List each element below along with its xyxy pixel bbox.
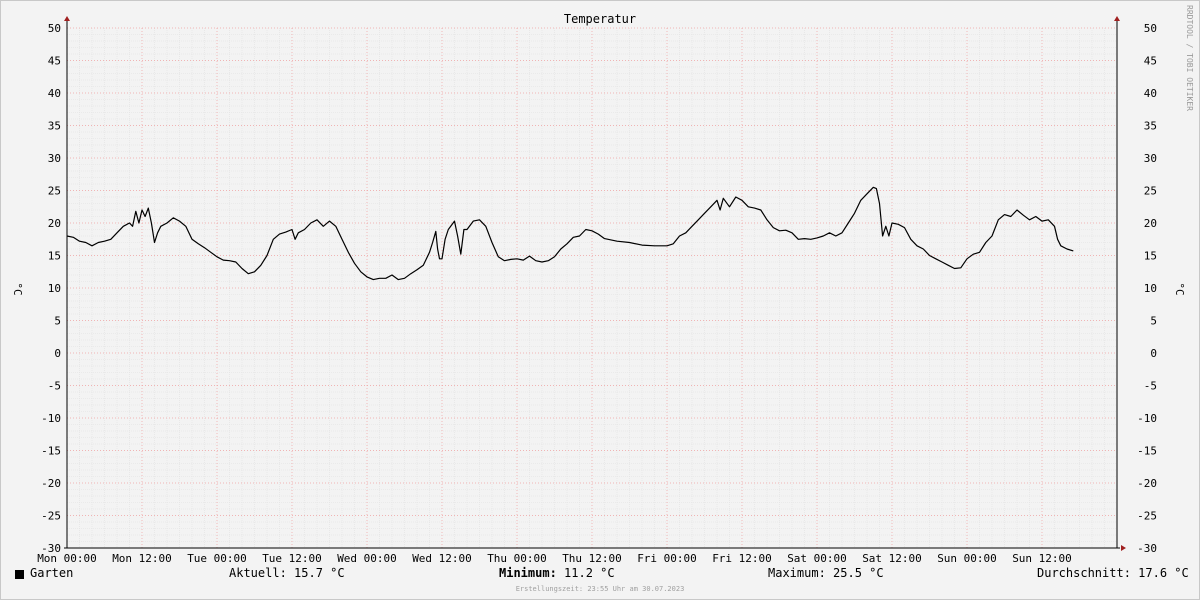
y-tick-label-right: 10 <box>1144 282 1157 295</box>
y-tick-label-right: 5 <box>1150 315 1157 328</box>
x-tick-label: Fri 12:00 <box>712 552 772 565</box>
legend-swatch <box>15 570 24 579</box>
y-tick-label-right: 30 <box>1144 152 1157 165</box>
x-tick-label: Wed 12:00 <box>412 552 472 565</box>
y-tick-label-right: 15 <box>1144 250 1157 263</box>
y-tick-label-right: 20 <box>1144 217 1157 230</box>
series-line-garten <box>66 186 1074 281</box>
series-layer <box>66 186 1074 281</box>
x-tick-label: Sat 12:00 <box>862 552 922 565</box>
x-tick-label: Tue 00:00 <box>187 552 247 565</box>
y-tick-label-right: -15 <box>1137 445 1157 458</box>
x-tick-label: Sat 00:00 <box>787 552 847 565</box>
y-tick-label-right: 0 <box>1150 347 1157 360</box>
y-axis-right-arrow <box>1114 16 1120 21</box>
legend-minimum-key: Minimum: <box>499 566 557 580</box>
y-tick-label-left: 45 <box>48 55 61 68</box>
y-tick-label-left: -5 <box>48 380 61 393</box>
y-tick-label-left: 15 <box>48 250 61 263</box>
grid <box>66 27 1117 549</box>
y-tick-labels: 50 5045 4540 4035 3530 3025 2520 2015 1510 105 50 0… <box>41 22 1157 555</box>
x-tick-label: Tue 12:00 <box>262 552 322 565</box>
x-tick-label: Mon 12:00 <box>112 552 172 565</box>
legend-minimum: Minimum: 11.2 °C <box>499 566 615 580</box>
y-tick-label-left: 10 <box>48 282 61 295</box>
legend-maximum: Maximum: 25.5 °C <box>768 566 884 580</box>
x-tick-label: Sun 12:00 <box>1012 552 1072 565</box>
y-tick-label-left: -10 <box>41 412 61 425</box>
y-tick-label-right: -30 <box>1137 542 1157 555</box>
x-tick-label: Sun 00:00 <box>937 552 997 565</box>
x-axis-arrow <box>1121 545 1126 551</box>
temperature-chart: 50 5045 4540 4035 3530 3025 2520 2015 1510 105 50 0… <box>11 5 1194 565</box>
y-tick-label-left: 50 <box>48 22 61 35</box>
y-tick-label-left: -15 <box>41 445 61 458</box>
y-tick-label-right: -5 <box>1144 380 1157 393</box>
legend-average: Durchschnitt: 17.6 °C <box>1037 566 1189 580</box>
x-tick-label: Wed 00:00 <box>337 552 397 565</box>
y-tick-label-left: 40 <box>48 87 61 100</box>
y-tick-label-right: 25 <box>1144 185 1157 198</box>
x-tick-label: Thu 00:00 <box>487 552 547 565</box>
y-tick-label-right: 50 <box>1144 22 1157 35</box>
y-tick-label-left: -20 <box>41 477 61 490</box>
legend: Garten Aktuell: 15.7 °C Minimum: 11.2 °C… <box>0 566 1200 586</box>
y-tick-label-left: 5 <box>54 315 61 328</box>
y-tick-label-right: 40 <box>1144 87 1157 100</box>
y-tick-label-left: 20 <box>48 217 61 230</box>
y-tick-label-right: 45 <box>1144 55 1157 68</box>
y-tick-label-left: -25 <box>41 510 61 523</box>
y-tick-label-left: 30 <box>48 152 61 165</box>
y-tick-label-right: -25 <box>1137 510 1157 523</box>
legend-minimum-value: 11.2 °C <box>564 566 615 580</box>
y-tick-label-right: -10 <box>1137 412 1157 425</box>
x-tick-label: Mon 00:00 <box>37 552 97 565</box>
legend-series-label: Garten <box>30 566 74 580</box>
y-axis-left-arrow <box>64 16 70 21</box>
y-tick-label-right: -20 <box>1137 477 1157 490</box>
x-tick-labels: Mon 00:00 Mon 12:00 Tue 00:00 Tue 12:00 Wed … <box>37 552 1072 565</box>
x-tick-label: Fri 00:00 <box>637 552 697 565</box>
y-axis-label-right: °C <box>1173 282 1186 295</box>
y-tick-label-left: 25 <box>48 185 61 198</box>
y-axis-label-left: °C <box>11 282 24 295</box>
rrdtool-watermark: RRDTOOL / TOBI OETIKER <box>1185 5 1194 111</box>
y-tick-label-right: 35 <box>1144 120 1157 133</box>
legend-current: Aktuell: 15.7 °C <box>229 566 345 580</box>
x-tick-label: Thu 12:00 <box>562 552 622 565</box>
creation-time: Erstellungszeit: 23:55 Uhr am 30.07.2023 <box>515 585 685 593</box>
chart-title: Temperatur <box>564 12 636 26</box>
y-tick-label-left: 35 <box>48 120 61 133</box>
y-tick-label-left: 0 <box>54 347 61 360</box>
